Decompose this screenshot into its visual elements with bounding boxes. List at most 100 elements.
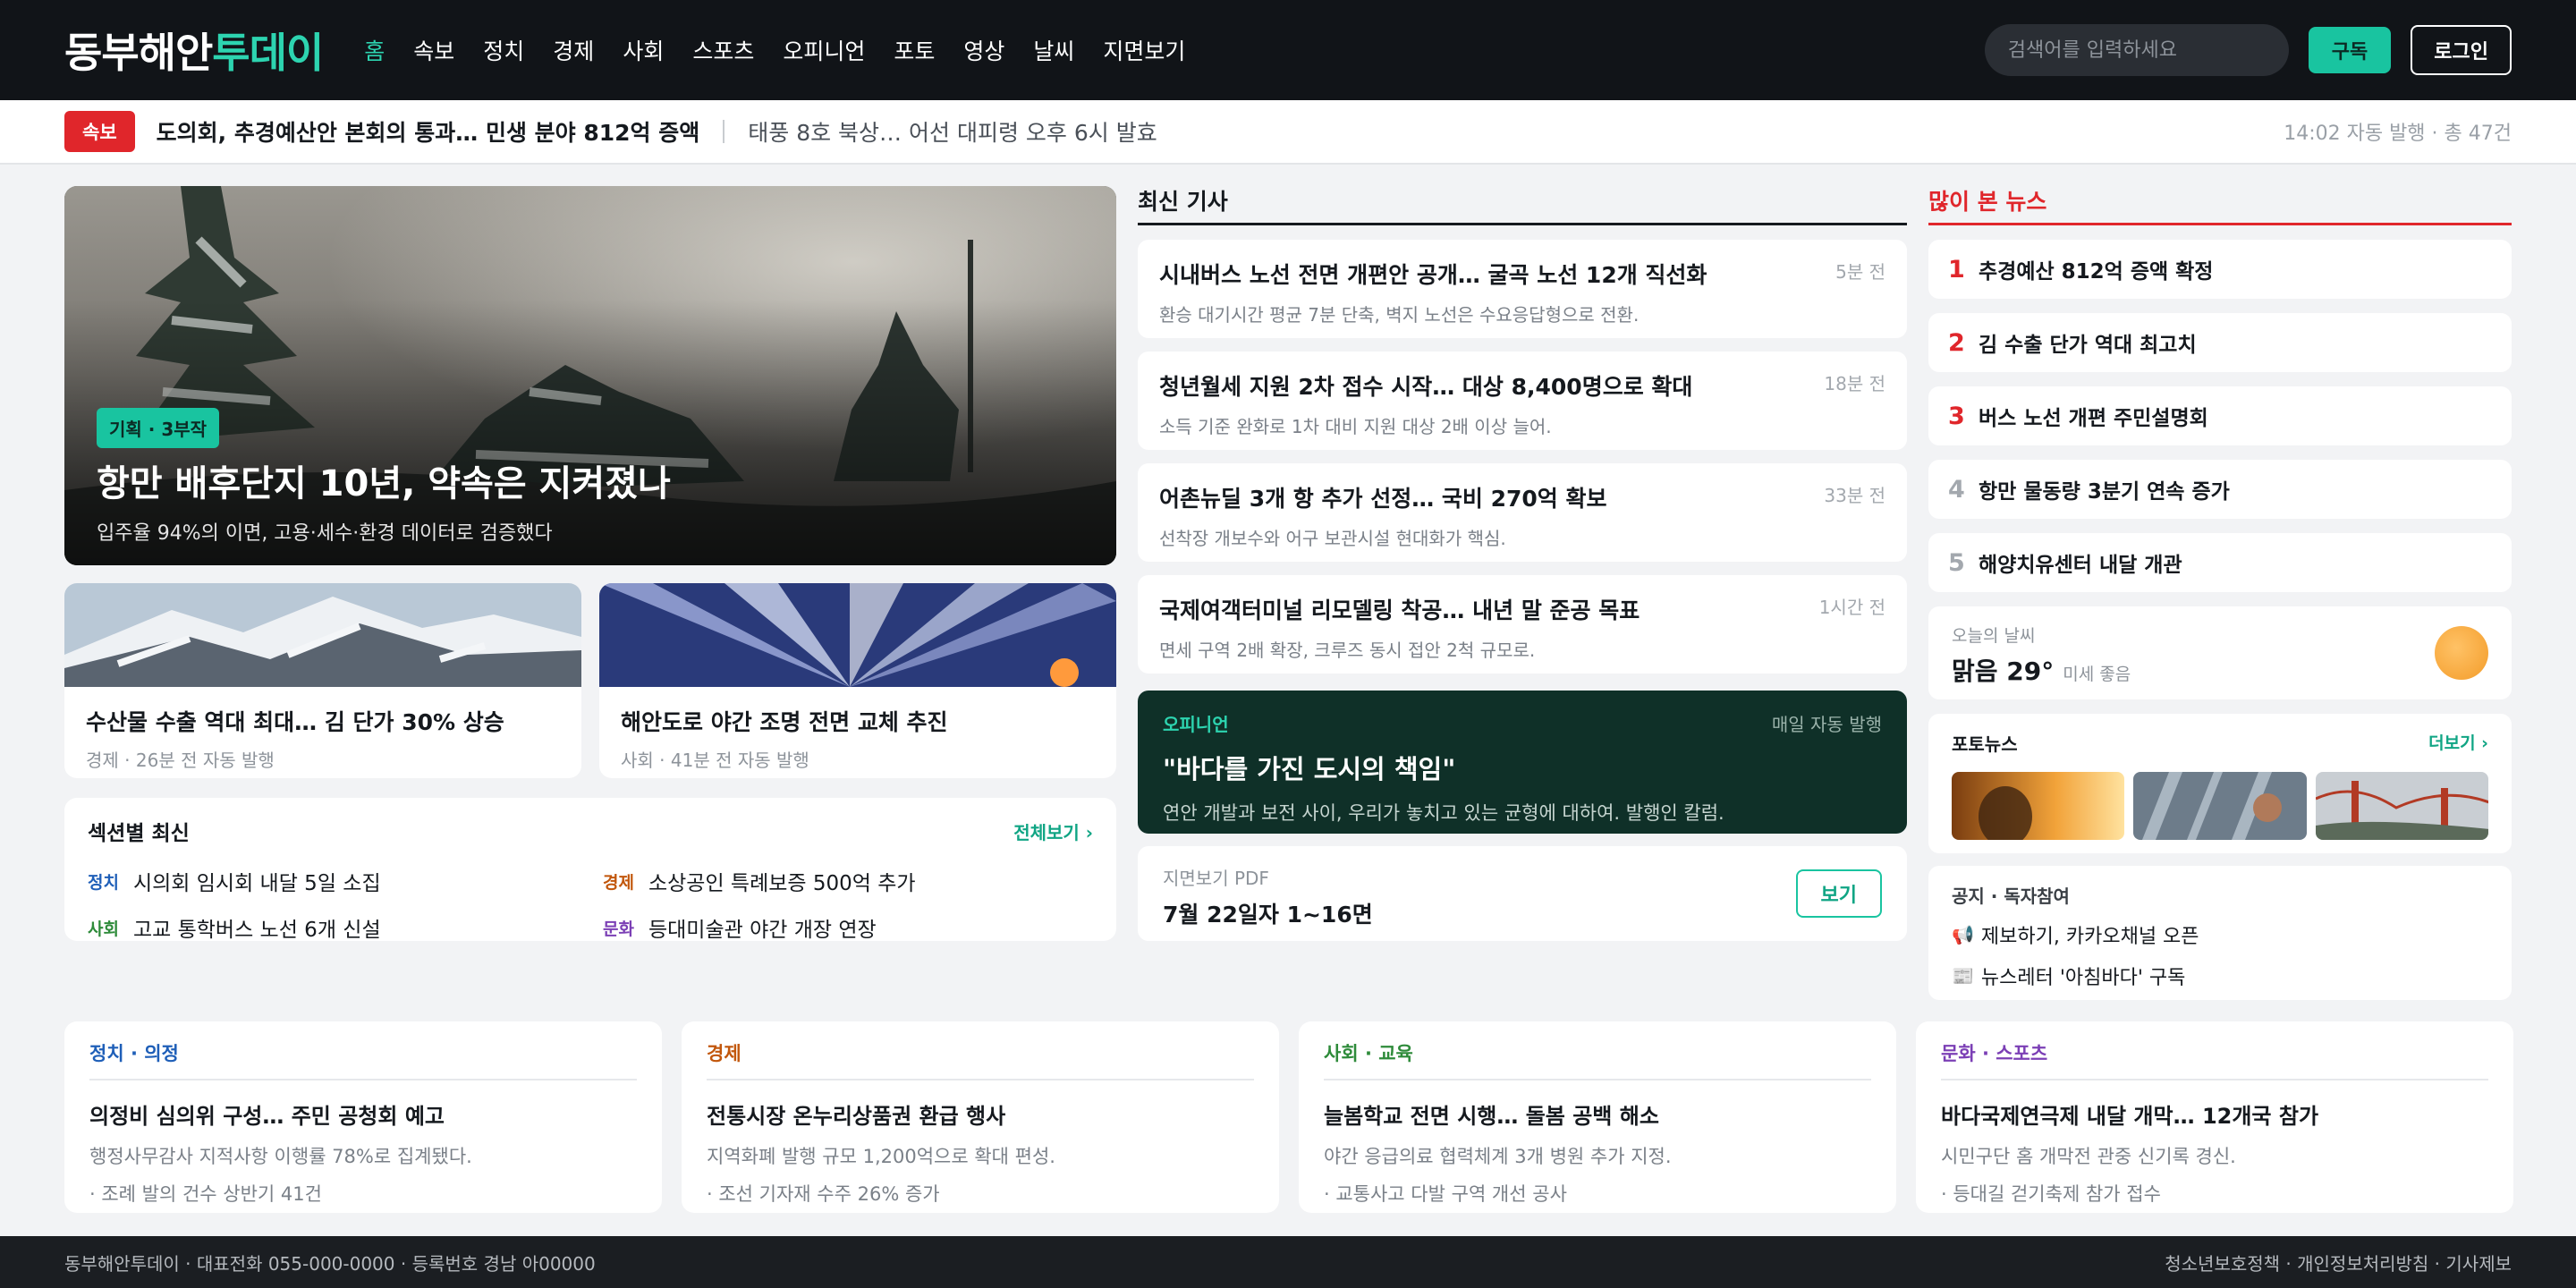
section-headline: 시의회 임시회 내달 5일 소집 (132, 872, 381, 895)
nav-item-society[interactable]: 사회 (623, 34, 664, 66)
section-card-title: 바다국제연극제 내달 개막… 12개국 참가 (1941, 1104, 2319, 1129)
latest-heading: 최신 기사 (1138, 184, 1907, 225)
section-card-summary: 지역화폐 발행 규모 1,200억으로 확대 편성. (707, 1146, 1055, 1167)
photo-news-more-link[interactable]: 더보기 › (2428, 730, 2488, 756)
photo-thumbnail[interactable] (2133, 772, 2307, 840)
photo-news-widget: 포토뉴스 더보기 › (1928, 714, 2512, 853)
section-card-summary: 시민구단 홈 개막전 관중 신기록 경신. (1941, 1146, 2236, 1167)
latest-article[interactable]: 국제여객터미널 리모델링 착공… 내년 말 준공 목표 면세 구역 2배 확장,… (1138, 575, 1907, 674)
nav-item-photo[interactable]: 포토 (894, 34, 935, 66)
latest-article[interactable]: 어촌뉴딜 3개 항 추가 선정… 국비 270억 확보 선착장 개보수와 어구 … (1138, 463, 1907, 562)
breaking-divider (723, 120, 725, 143)
latest-article[interactable]: 시내버스 노선 전면 개편안 공개… 굴곡 노선 12개 직선화 환승 대기시간… (1138, 240, 1907, 338)
mountain-thumbnail (64, 583, 581, 687)
latest-article[interactable]: 청년월세 지원 2차 접수 시작… 대상 8,400명으로 확대 소득 기준 완… (1138, 352, 1907, 450)
section-latest-more-link[interactable]: 전체보기 › (1013, 818, 1093, 844)
nav-item-politics[interactable]: 정치 (483, 34, 524, 66)
notice-item[interactable]: 📰 뉴스레터 '아침바다' 구독 (1952, 962, 2488, 990)
hero-title[interactable]: 항만 배후단지 10년, 약속은 지켜졌나 (97, 454, 671, 506)
hero-subtitle: 입주율 94%의 이면, 고용·세수·환경 데이터로 검증했다 (97, 522, 553, 545)
section-card-category: 문화 · 스포츠 (1941, 1039, 2488, 1080)
section-card-category: 사회 · 교육 (1324, 1039, 1871, 1080)
section-card-culture[interactable]: 문화 · 스포츠 바다국제연극제 내달 개막… 12개국 참가 시민구단 홈 개… (1916, 1021, 2513, 1213)
footer-links[interactable]: 청소년보호정책 · 개인정보처리방침 · 기사제보 (2165, 1250, 2512, 1275)
notice-widget: 공지 · 독자참여 📢 제보하기, 카카오채널 오픈 📰 뉴스레터 '아침바다'… (1928, 866, 2512, 1000)
article-title: 어촌뉴딜 3개 항 추가 선정… 국비 270억 확보 (1159, 486, 1607, 512)
search-input[interactable] (1984, 24, 2289, 76)
small-card-lighting[interactable]: 해안도로 야간 조명 전면 교체 추진 사회 · 41분 전 자동 발행 (599, 583, 1116, 778)
nav-item-video[interactable]: 영상 (963, 34, 1004, 66)
rank-number: 1 (1948, 255, 1965, 284)
nav-item-opinion[interactable]: 오피니언 (783, 34, 865, 66)
main-nav: 홈 속보 정치 경제 사회 스포츠 오피니언 포토 영상 날씨 지면보기 (364, 34, 1185, 66)
hero-gradient (64, 186, 1116, 565)
article-time: 5분 전 (1835, 261, 1885, 283)
section-item-politics[interactable]: 정치 시의회 임시회 내달 5일 소집 (88, 866, 603, 896)
article-summary: 선착장 개보수와 어구 보관시설 현대화가 핵심. (1159, 528, 1506, 549)
newspaper-icon: 📰 (1952, 965, 1974, 987)
login-button[interactable]: 로그인 (2411, 25, 2512, 75)
small-card-title: 수산물 수출 역대 최대… 김 단가 30% 상승 (86, 709, 504, 735)
rank-headline: 추경예산 812억 증액 확정 (1979, 260, 2214, 284)
article-time: 1시간 전 (1818, 597, 1885, 618)
article-time: 18분 전 (1824, 373, 1885, 394)
notice-item[interactable]: 📢 제보하기, 카카오채널 오픈 (1952, 920, 2488, 949)
view-pdf-button[interactable]: 보기 (1795, 869, 1882, 918)
megaphone-icon: 📢 (1952, 924, 1974, 945)
section-card-summary: 야간 응급의료 협력체계 3개 병원 추가 지정. (1324, 1146, 1672, 1167)
weather-label: 오늘의 날씨 (1952, 626, 2036, 646)
section-item-society[interactable]: 사회 고교 통학버스 노선 6개 신설 (88, 912, 603, 941)
small-card-title: 해안도로 야간 조명 전면 교체 추진 (621, 709, 948, 735)
article-title: 시내버스 노선 전면 개편안 공개… 굴곡 노선 12개 직선화 (1159, 262, 1707, 288)
nav-item-home[interactable]: 홈 (364, 34, 385, 66)
article-summary: 환승 대기시간 평균 7분 단축, 벽지 노선은 수요응답형으로 전환. (1159, 304, 1640, 326)
subscribe-button[interactable]: 구독 (2308, 27, 2392, 73)
site-logo[interactable]: 동부해안투데이 (64, 21, 324, 80)
epaper-pdf-card: 지면보기 PDF 7월 22일자 1~16면 보기 (1138, 846, 1907, 941)
logo-accent: 투데이 (212, 29, 324, 77)
breaking-secondary[interactable]: 태풍 8호 북상… 어선 대피령 오후 6시 발효 (748, 115, 1157, 148)
section-item-economy[interactable]: 경제 소상공인 특례보증 500억 추가 (603, 866, 1104, 896)
rank-number: 5 (1948, 548, 1965, 577)
rank-headline: 해양치유센터 내달 개관 (1979, 554, 2182, 577)
pdf-label: 지면보기 PDF (1163, 868, 1269, 889)
breaking-badge: 속보 (64, 111, 135, 152)
nav-item-weather[interactable]: 날씨 (1033, 34, 1074, 66)
most-viewed-item[interactable]: 4 항만 물동량 3분기 연속 증가 (1928, 460, 2512, 519)
breaking-meta: 14:02 자동 발행 · 총 47건 (2284, 123, 2512, 145)
breaking-headline[interactable]: 도의회, 추경예산안 본회의 통과… 민생 분야 812억 증액 (157, 115, 700, 148)
nav-item-breaking[interactable]: 속보 (413, 34, 454, 66)
most-viewed-item[interactable]: 5 해양치유센터 내달 개관 (1928, 533, 2512, 592)
section-card-economy[interactable]: 경제 전통시장 온누리상품권 환급 행사 지역화폐 발행 규모 1,200억으로… (682, 1021, 1279, 1213)
section-card-extra: · 교통사고 다발 구역 개선 공사 (1324, 1183, 1567, 1205)
small-card-seafood[interactable]: 수산물 수출 역대 최대… 김 단가 30% 상승 경제 · 26분 전 자동 … (64, 583, 581, 778)
section-card-society[interactable]: 사회 · 교육 늘봄학교 전면 시행… 돌봄 공백 해소 야간 응급의료 협력체… (1299, 1021, 1896, 1213)
nav-item-epaper[interactable]: 지면보기 (1103, 34, 1185, 66)
section-item-culture[interactable]: 문화 등대미술관 야간 개장 연장 (603, 912, 1104, 941)
rank-headline: 버스 노선 개편 주민설명회 (1979, 407, 2208, 430)
small-card-meta: 사회 · 41분 전 자동 발행 (621, 750, 809, 771)
weather-widget[interactable]: 오늘의 날씨 맑음 29° 미세 좋음 (1928, 606, 2512, 699)
most-viewed-item[interactable]: 1 추경예산 812억 증액 확정 (1928, 240, 2512, 299)
nav-item-economy[interactable]: 경제 (553, 34, 594, 66)
section-category: 문화 (603, 919, 634, 939)
breaking-news-bar: 속보 도의회, 추경예산안 본회의 통과… 민생 분야 812억 증액 태풍 8… (0, 100, 2576, 165)
most-viewed-item[interactable]: 2 김 수출 단가 역대 최고치 (1928, 313, 2512, 372)
nav-item-sports[interactable]: 스포츠 (692, 34, 754, 66)
hero-tag: 기획 · 3부작 (97, 408, 220, 448)
header-actions: 구독 로그인 (1984, 24, 2512, 76)
section-card-title: 늘봄학교 전면 시행… 돌봄 공백 해소 (1324, 1104, 1659, 1129)
section-card-politics[interactable]: 정치 · 의정 의정비 심의위 구성… 주민 공청회 예고 행정사무감사 지적사… (64, 1021, 662, 1213)
opinion-meta: 매일 자동 발행 (1771, 714, 1882, 735)
section-card-category: 경제 (707, 1039, 1254, 1080)
section-card-summary: 행정사무감사 지적사항 이행률 78%로 집계됐다. (89, 1146, 472, 1167)
section-category: 경제 (603, 872, 634, 893)
photo-news-title: 포토뉴스 (1952, 733, 2018, 755)
photo-thumbnail[interactable] (1952, 772, 2125, 840)
hero-article[interactable]: 기획 · 3부작 항만 배후단지 10년, 약속은 지켜졌나 입주율 94%의 … (64, 186, 1116, 565)
most-viewed-item[interactable]: 3 버스 노선 개편 주민설명회 (1928, 386, 2512, 445)
section-card-category: 정치 · 의정 (89, 1039, 637, 1080)
rank-headline: 항만 물동량 3분기 연속 증가 (1979, 480, 2230, 504)
opinion-card[interactable]: 오피니언 매일 자동 발행 "바다를 가진 도시의 책임" 연안 개발과 보전 … (1138, 691, 1907, 834)
photo-thumbnail[interactable] (2315, 772, 2488, 840)
